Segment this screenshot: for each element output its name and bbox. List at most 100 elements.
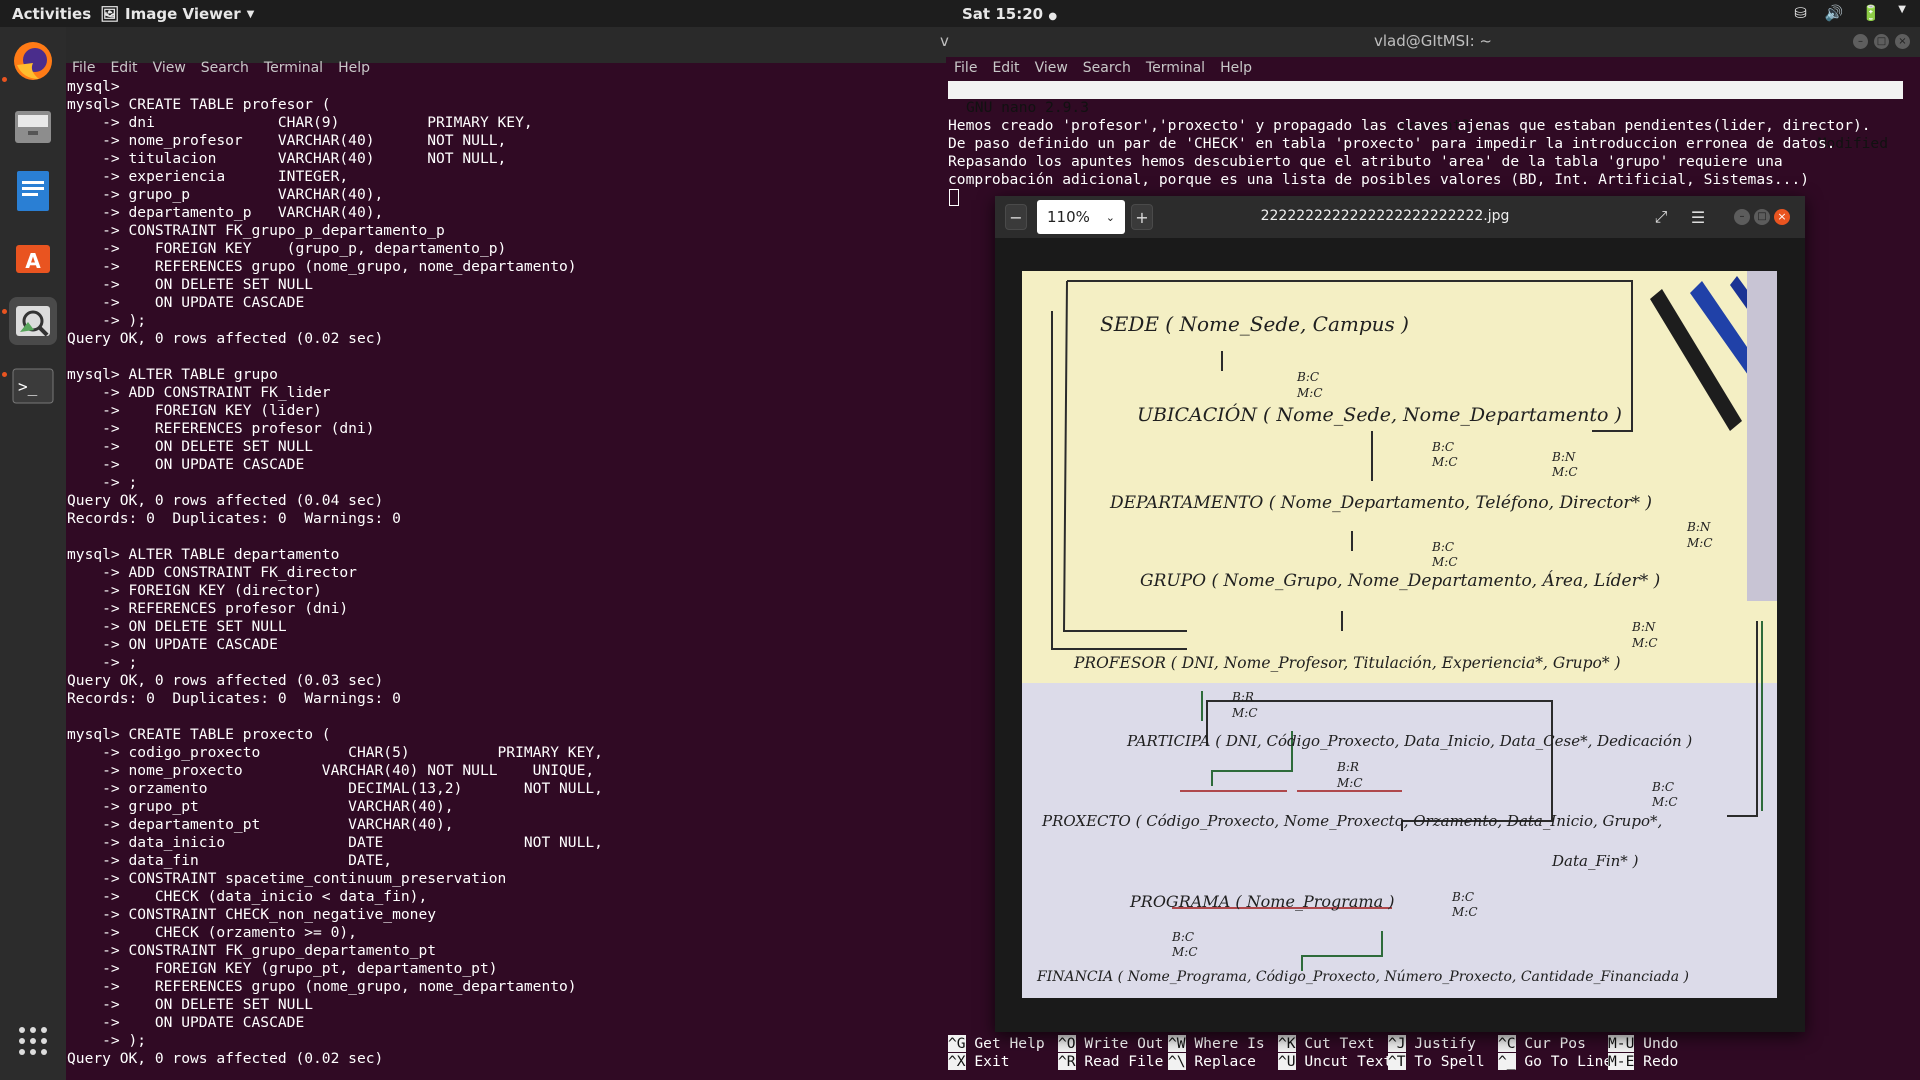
terminal-line: -> CONSTRAINT CHECK_non_negative_money	[67, 906, 437, 923]
running-indicator	[2, 309, 7, 314]
svg-text:B:N: B:N	[1551, 450, 1576, 464]
top-bar: Activities 🖼 Image Viewer ▼ Sat 15:20 ● …	[0, 0, 1920, 27]
terminal-left-output[interactable]: mysql> mysql> CREATE TABLE profesor ( ->…	[67, 78, 603, 1068]
nano-shortcut: M-U Undo	[1608, 1035, 1678, 1053]
terminal-line: Query OK, 0 rows affected (0.02 sec)	[67, 330, 384, 347]
close-icon[interactable]: ×	[1774, 209, 1790, 225]
nano-line: Repasando los apuntes hemos descubierto …	[948, 153, 1783, 170]
svg-text:M:C: M:C	[1336, 776, 1363, 790]
image-viewer-window[interactable]: − 110% ⌄ + 2222222222222222222222222.jpg…	[995, 196, 1805, 1032]
activities-button[interactable]: Activities	[12, 5, 91, 23]
fullscreen-button[interactable]: ⤢	[1647, 204, 1675, 230]
terminal-line: -> ON DELETE SET NULL	[67, 996, 314, 1013]
relation-financia: FINANCIA ( Nome_Programa, Código_Proxect…	[1036, 969, 1689, 985]
handwritten-er-sketch: SEDE ( Nome_Sede, Campus ) UBICACIÓN ( N…	[1036, 271, 1777, 985]
svg-text:B:C: B:C	[1431, 440, 1454, 454]
text-cursor	[949, 189, 959, 206]
svg-text:M:C: M:C	[1551, 465, 1578, 479]
terminal-line: Records: 0 Duplicates: 0 Warnings: 0	[67, 510, 401, 527]
maximize-icon[interactable]: □	[1874, 34, 1889, 49]
shortcut-key: ^T	[1388, 1053, 1406, 1070]
terminal-line: -> grupo_pt VARCHAR(40),	[67, 798, 454, 815]
nano-version: GNU nano 2.9.3	[966, 99, 1090, 116]
writer-icon[interactable]	[9, 167, 57, 215]
viewer-headerbar[interactable]: − 110% ⌄ + 2222222222222222222222222.jpg…	[995, 196, 1805, 238]
terminal-line: mysql> ALTER TABLE grupo	[67, 366, 278, 383]
shortcut-label: Exit	[974, 1053, 1010, 1070]
svg-text:M:C: M:C	[1451, 905, 1478, 919]
software-center-icon[interactable]: A	[9, 232, 57, 280]
nano-shortcut: ^\ Replace	[1168, 1053, 1256, 1071]
maximize-icon[interactable]: □	[1754, 209, 1770, 225]
minus-icon: −	[1009, 207, 1023, 227]
close-icon[interactable]: ×	[1895, 34, 1910, 49]
shortcut-label: Get Help	[974, 1035, 1045, 1052]
svg-text:M:C: M:C	[1631, 636, 1658, 650]
terminal-line: -> ON UPDATE CASCADE	[67, 294, 305, 311]
volume-icon: 🔊	[1824, 4, 1844, 22]
image-viewer-app-icon: 🖼	[100, 5, 120, 23]
nano-shortcut: ^T To Spell	[1388, 1053, 1485, 1071]
terminal-line: -> FOREIGN KEY (grupo_p, departamento_p)	[67, 240, 507, 257]
app-menu[interactable]: 🖼 Image Viewer ▼	[100, 5, 254, 23]
menu-terminal[interactable]: Terminal	[1146, 57, 1205, 81]
shortcut-label: Cut Text	[1304, 1035, 1375, 1052]
minimize-icon[interactable]: –	[1734, 209, 1750, 225]
menu-search[interactable]: Search	[1083, 57, 1131, 81]
menu-view[interactable]: View	[1035, 57, 1068, 81]
svg-text:B:R: B:R	[1336, 760, 1359, 774]
menu-file[interactable]: File	[954, 57, 977, 81]
displayed-image: SEDE ( Nome_Sede, Campus ) UBICACIÓN ( N…	[1022, 271, 1777, 998]
svg-text:B:C: B:C	[1651, 780, 1674, 794]
relation-departamento: DEPARTAMENTO ( Nome_Departamento, Teléfo…	[1109, 493, 1652, 513]
terminal-line: -> REFERENCES grupo (nome_grupo, nome_de…	[67, 258, 577, 275]
notification-dot-icon: ●	[1048, 11, 1058, 22]
running-indicator	[2, 372, 7, 377]
menu-button[interactable]: ☰	[1683, 204, 1713, 230]
zoom-out-button[interactable]: −	[1005, 204, 1027, 230]
window-title: vlad@GItMSI: ~	[1374, 32, 1492, 50]
zoom-select[interactable]: 110% ⌄	[1037, 200, 1125, 234]
menu-help[interactable]: Help	[1220, 57, 1252, 81]
shortcut-label: Redo	[1643, 1053, 1679, 1070]
nano-shortcut: ^W Where Is	[1168, 1035, 1265, 1053]
shortcut-key: ^R	[1058, 1053, 1076, 1070]
system-tray[interactable]: ⛁ 🔊 🔋 ▼	[1794, 4, 1906, 22]
show-applications-icon[interactable]	[9, 1017, 57, 1065]
relation-proxecto-cont: Data_Fin* )	[1551, 852, 1639, 870]
svg-text:M:C: M:C	[1296, 386, 1323, 400]
terminal-line: -> ON UPDATE CASCADE	[67, 456, 305, 473]
terminal-line: mysql>	[67, 78, 120, 95]
shortcut-label: Undo	[1643, 1035, 1679, 1052]
files-icon[interactable]	[9, 102, 57, 150]
nano-shortcut: ^C Cur Pos	[1498, 1035, 1586, 1053]
plus-icon: +	[1135, 207, 1149, 227]
relation-sede: SEDE ( Nome_Sede, Campus )	[1100, 312, 1409, 336]
relation-ubicacion: UBICACIÓN ( Nome_Sede, Nome_Departamento…	[1137, 403, 1622, 426]
svg-text:A: A	[25, 249, 41, 273]
svg-text:M:C: M:C	[1431, 555, 1458, 569]
menu-edit[interactable]: Edit	[992, 57, 1019, 81]
svg-text:M:C: M:C	[1431, 455, 1458, 469]
shortcut-label: Uncut Text	[1304, 1053, 1393, 1070]
terminal-line: Records: 0 Duplicates: 0 Warnings: 0	[67, 690, 401, 707]
dock: A >_	[0, 27, 66, 1080]
clock[interactable]: Sat 15:20 ●	[962, 5, 1057, 23]
relation-profesor: PROFESOR ( DNI, Nome_Profesor, Titulació…	[1073, 654, 1621, 672]
pens-photo	[1650, 271, 1777, 601]
terminal-icon[interactable]: >_	[9, 362, 57, 410]
battery-icon: 🔋	[1861, 4, 1881, 22]
terminal-right-menubar: File Edit View Search Terminal Help	[954, 57, 1252, 81]
terminal-left[interactable]: File Edit View Search Terminal Help mysq…	[66, 27, 946, 1080]
svg-text:M:C: M:C	[1231, 706, 1258, 720]
nano-editor-text[interactable]: Hemos creado 'profesor','proxecto' y pro…	[948, 117, 1871, 189]
terminal-line: -> ;	[67, 654, 138, 671]
firefox-icon[interactable]	[9, 37, 57, 85]
terminal-line: Query OK, 0 rows affected (0.04 sec)	[67, 492, 384, 509]
zoom-in-button[interactable]: +	[1131, 204, 1153, 230]
terminal-right-titlebar[interactable]: v vlad@GItMSI: ~ – □ ×	[940, 27, 1920, 57]
image-viewer-icon[interactable]	[9, 297, 57, 345]
network-icon: ⛁	[1794, 4, 1807, 22]
minimize-icon[interactable]: –	[1853, 34, 1868, 49]
clock-text: Sat 15:20	[962, 5, 1044, 23]
